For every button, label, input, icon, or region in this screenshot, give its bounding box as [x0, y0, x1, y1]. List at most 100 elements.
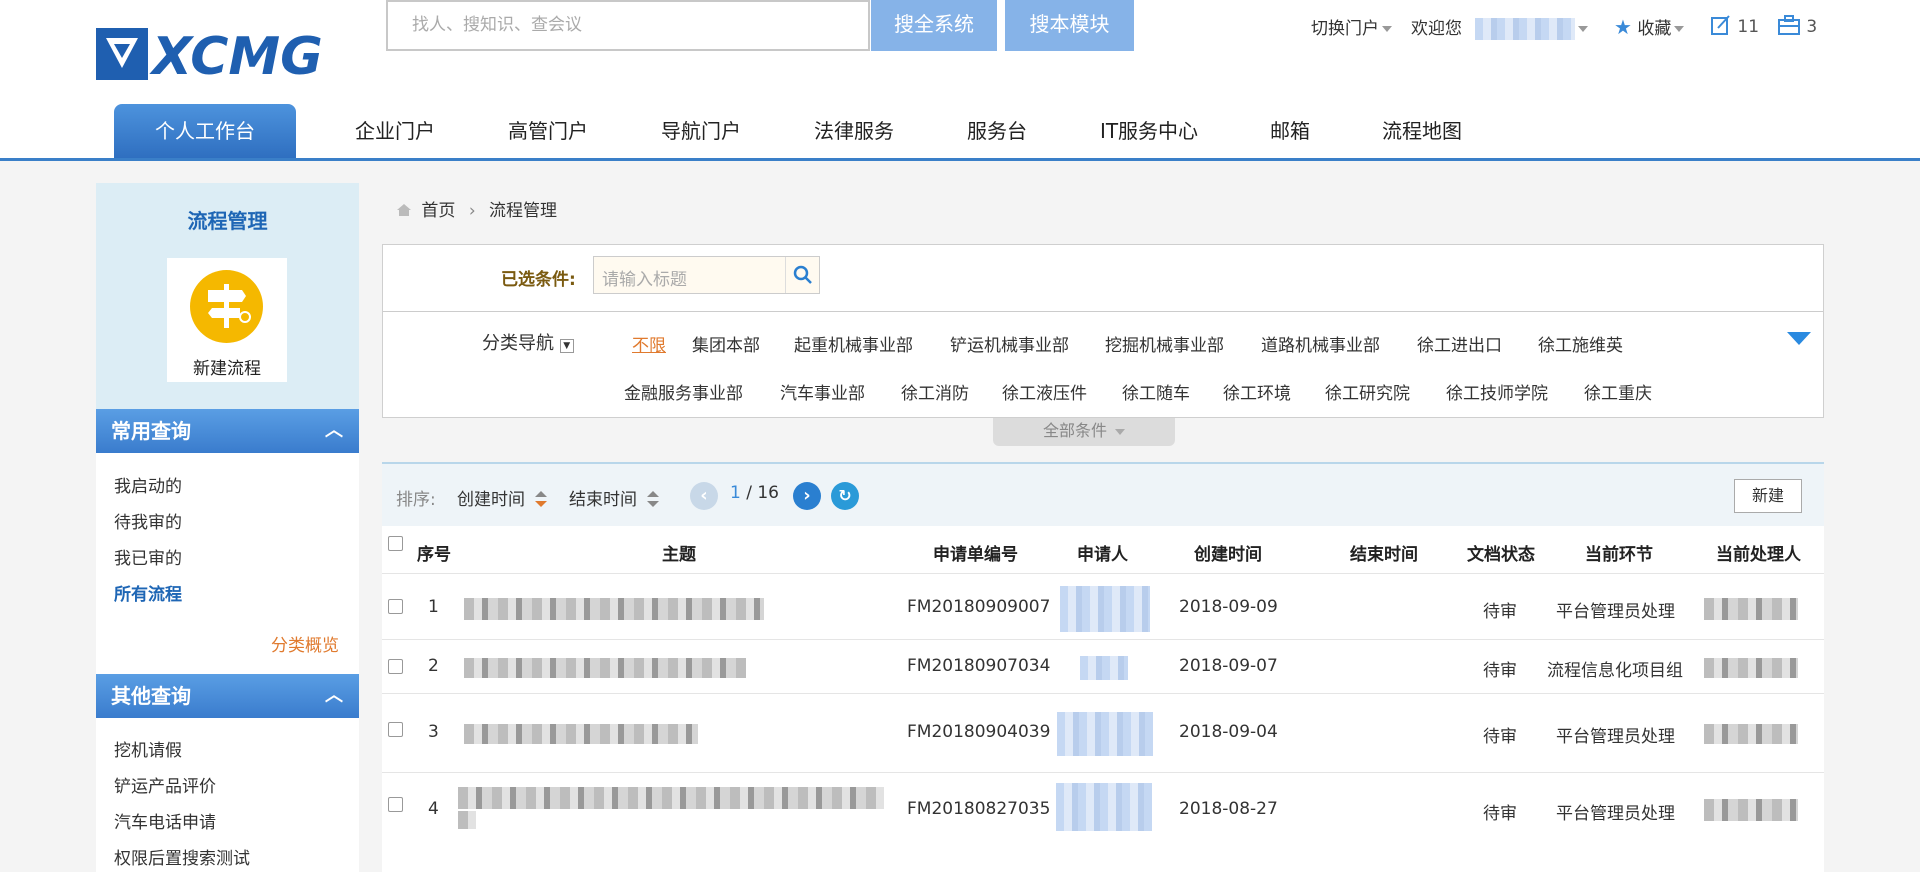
row-subject-redacted[interactable] [464, 658, 746, 678]
edit-todo-link[interactable]: 11 [1710, 14, 1759, 37]
row-seq: 3 [428, 722, 439, 742]
category-research[interactable]: 徐工研究院 [1325, 379, 1410, 404]
row-checkbox[interactable] [388, 599, 403, 614]
category-environment[interactable]: 徐工环境 [1223, 379, 1291, 404]
sidebar-item-started-by-me[interactable]: 我启动的 [114, 472, 182, 497]
list-toolbar: 排序: 创建时间 结束时间 ‹ 1 / 16 › ↻ 新建 [382, 462, 1824, 526]
star-icon: ★ [1614, 15, 1632, 39]
row-subject-redacted[interactable] [458, 787, 884, 809]
category-finance[interactable]: 金融服务事业部 [624, 379, 743, 404]
row-seq: 1 [428, 597, 439, 617]
welcome-user[interactable]: 欢迎您 [1411, 14, 1589, 40]
table-row[interactable]: 4 FM20180827035 2018-08-27 待审 平台管理员处理 [382, 772, 1824, 872]
sidebar-item-vehicle-phone[interactable]: 汽车电话申请 [114, 808, 216, 833]
expand-categories-icon[interactable] [1787, 332, 1811, 345]
common-query-header[interactable]: 常用查询 ︿ [96, 409, 359, 453]
new-process-button[interactable]: 新建流程 [167, 258, 287, 382]
tab-enterprise-portal[interactable]: 企业门户 [345, 104, 445, 158]
row-subject-redacted[interactable] [458, 811, 476, 829]
row-handler-redacted [1704, 799, 1798, 821]
edit-count: 11 [1737, 17, 1760, 37]
sidebar-item-reviewed-by-me[interactable]: 我已审的 [114, 544, 182, 569]
category-nav-label: 分类导航 [482, 333, 554, 354]
tab-process-map[interactable]: 流程地图 [1372, 104, 1472, 158]
row-subject-redacted[interactable] [464, 598, 764, 620]
category-crane[interactable]: 起重机械事业部 [794, 331, 913, 356]
sidebar-item-excavator-leave[interactable]: 挖机请假 [114, 736, 182, 761]
row-checkbox[interactable] [388, 797, 403, 812]
prev-page-icon[interactable]: ‹ [690, 482, 718, 510]
row-code: FM20180904039 [907, 722, 1051, 742]
row-created: 2018-09-07 [1179, 656, 1278, 676]
switch-portal-menu[interactable]: 切换门户 [1311, 14, 1392, 39]
tab-navigation-portal[interactable]: 导航门户 [651, 104, 751, 158]
sidebar-title: 流程管理 [187, 209, 268, 233]
refresh-icon[interactable]: ↻ [831, 482, 859, 510]
row-seq: 4 [428, 799, 439, 819]
sidebar-item-pending-my-review[interactable]: 待我审的 [114, 508, 182, 533]
category-chongqing[interactable]: 徐工重庆 [1584, 379, 1652, 404]
row-subject-redacted[interactable] [464, 724, 698, 744]
category-overview-link[interactable]: 分类概览 [271, 631, 339, 656]
search-all-button[interactable]: 搜全系统 [871, 0, 997, 51]
sidebar-item-all-processes[interactable]: 所有流程 [114, 580, 182, 605]
chevron-down-icon [1382, 26, 1392, 32]
table-row[interactable]: 2 FM20180907034 2018-09-07 待审 流程信息化项目组 [382, 639, 1824, 693]
category-excavator[interactable]: 挖掘机械事业部 [1105, 331, 1224, 356]
sidebar-item-loader-evaluation[interactable]: 铲运产品评价 [114, 772, 216, 797]
category-loader[interactable]: 铲运机械事业部 [950, 331, 1069, 356]
filter-panel: 已选条件: 请输入标题 分类导航 ▼ 不限 集团本部 起重机械事业部 铲运机械事… [382, 244, 1824, 418]
chevron-up-icon: ︿ [325, 685, 343, 706]
breadcrumb-current: 流程管理 [489, 201, 558, 221]
category-hydraulic[interactable]: 徐工液压件 [1002, 379, 1087, 404]
favorites-menu[interactable]: ★ 收藏 [1614, 14, 1685, 39]
row-checkbox[interactable] [388, 659, 403, 674]
table-row[interactable]: 3 FM20180904039 2018-09-04 待审 平台管理员处理 [382, 693, 1824, 772]
category-truck-crane[interactable]: 徐工随车 [1122, 379, 1190, 404]
tab-executive-portal[interactable]: 高管门户 [498, 104, 598, 158]
tab-it-service-center[interactable]: IT服务中心 [1089, 104, 1209, 158]
sort-label: 排序: [396, 490, 436, 510]
tab-legal-service[interactable]: 法律服务 [804, 104, 904, 158]
category-technician-college[interactable]: 徐工技师学院 [1446, 379, 1548, 404]
title-search-button[interactable] [785, 257, 819, 293]
row-handler-redacted [1704, 658, 1798, 678]
header: XCMG 找人、搜知识、查会议 搜全系统 搜本模块 切换门户 欢迎您 ★ 收藏 … [0, 0, 1920, 161]
table-row[interactable]: 1 FM20180909007 2018-09-09 待审 平台管理员处理 [382, 573, 1824, 639]
select-all-checkbox[interactable] [388, 536, 403, 551]
col-applicant: 申请人 [1077, 545, 1128, 565]
tab-service-desk[interactable]: 服务台 [957, 104, 1037, 158]
category-auto[interactable]: 汽车事业部 [780, 379, 865, 404]
global-search-input[interactable]: 找人、搜知识、查会议 [386, 0, 870, 51]
other-query-label: 其他查询 [111, 684, 191, 708]
row-handler-redacted [1704, 724, 1798, 744]
next-page-icon[interactable]: › [793, 482, 821, 510]
category-import-export[interactable]: 徐工进出口 [1417, 331, 1502, 356]
tab-mailbox[interactable]: 邮箱 [1260, 104, 1320, 158]
sort-by-created[interactable]: 创建时间 [457, 485, 548, 510]
all-conditions-toggle[interactable]: 全部条件 [993, 418, 1175, 446]
row-checkbox[interactable] [388, 722, 403, 737]
dropdown-icon: ▼ [559, 339, 574, 353]
row-status: 待审 [1483, 727, 1517, 747]
sidebar-item-permission-search-test[interactable]: 权限后置搜索测试 [114, 844, 250, 869]
category-road[interactable]: 道路机械事业部 [1261, 331, 1380, 356]
col-status: 文档状态 [1467, 545, 1535, 565]
briefcase-link[interactable]: 3 [1777, 14, 1817, 37]
tab-personal-workbench[interactable]: 个人工作台 [114, 104, 296, 158]
page-current[interactable]: 1 [730, 483, 741, 503]
xcmg-logo[interactable]: XCMG [96, 26, 356, 82]
category-nav-toggle[interactable]: 分类导航 ▼ [482, 329, 574, 355]
new-button[interactable]: 新建 [1734, 479, 1802, 513]
search-module-button[interactable]: 搜本模块 [1005, 0, 1134, 51]
sort-by-ended[interactable]: 结束时间 [569, 485, 660, 510]
category-schwing[interactable]: 徐工施维英 [1538, 331, 1623, 356]
briefcase-icon [1778, 15, 1800, 35]
category-unlimited[interactable]: 不限 [632, 331, 666, 356]
title-search-field[interactable]: 请输入标题 [593, 256, 820, 294]
breadcrumb: 首页 › 流程管理 [396, 196, 557, 221]
other-query-header[interactable]: 其他查询 ︿ [96, 674, 359, 718]
breadcrumb-home[interactable]: 首页 [421, 201, 455, 221]
category-group-hq[interactable]: 集团本部 [692, 331, 760, 356]
category-fire[interactable]: 徐工消防 [901, 379, 969, 404]
